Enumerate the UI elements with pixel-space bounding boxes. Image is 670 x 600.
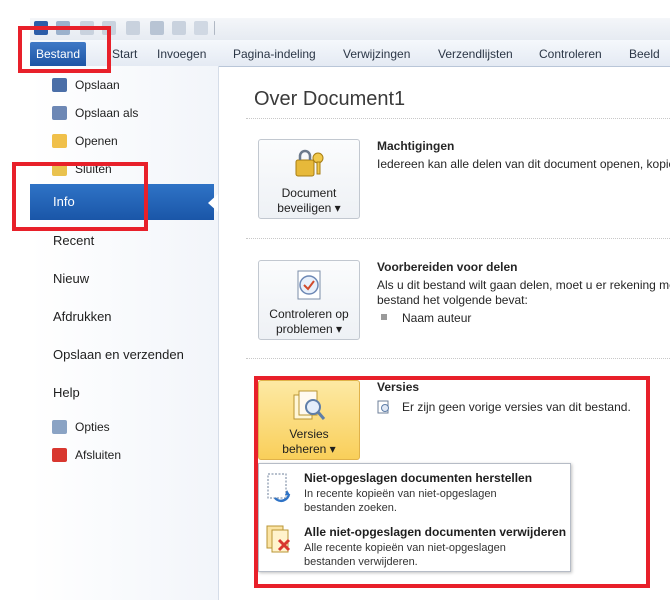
tab-pagina-indeling[interactable]: Pagina-indeling <box>233 47 316 61</box>
inspect-document-icon <box>297 270 321 300</box>
tab-beeld[interactable]: Beeld <box>629 47 660 61</box>
tab-controleren[interactable]: Controleren <box>539 47 602 61</box>
sidebar-item-label: Afsluiten <box>75 448 122 462</box>
annotation-box-versies <box>254 376 650 588</box>
button-label: beveiligen ▾ <box>277 201 341 215</box>
sidebar-item-opslaan[interactable]: Opslaan <box>52 76 120 94</box>
sidebar-item-nieuw[interactable]: Nieuw <box>53 271 89 286</box>
tab-verwijzingen[interactable]: Verwijzingen <box>343 47 410 61</box>
open-folder-icon <box>52 134 67 148</box>
button-label: Document <box>281 186 337 200</box>
options-icon <box>52 420 67 434</box>
divider <box>246 118 670 119</box>
sidebar-item-label: Opslaan als <box>75 106 139 120</box>
sidebar-item-opties[interactable]: Opties <box>52 418 110 436</box>
section-title-voorbereiden: Voorbereiden voor delen <box>377 260 518 274</box>
button-label: Controleren op <box>269 307 349 321</box>
lock-key-icon <box>295 149 324 177</box>
print-preview-icon[interactable] <box>150 21 164 35</box>
save-icon <box>52 78 67 92</box>
tab-invoegen[interactable]: Invoegen <box>157 47 206 61</box>
page-title: Over Document1 <box>254 88 406 110</box>
selection-arrow <box>208 194 218 212</box>
quick-access-toolbar <box>30 18 670 40</box>
spelling-icon[interactable] <box>172 21 186 35</box>
tab-start[interactable]: Start <box>112 47 137 61</box>
sidebar-item-label: Opslaan <box>75 78 120 92</box>
section-title-machtigingen: Machtigingen <box>377 139 455 153</box>
format-icon[interactable] <box>126 21 140 35</box>
section-text: Als u dit bestand wilt gaan delen, moet … <box>377 278 670 292</box>
section-text: Iedereen kan alle delen van dit document… <box>377 157 670 171</box>
annotation-box-bestand <box>18 26 111 73</box>
bullet-icon <box>381 314 387 320</box>
customize-toolbar-icon[interactable] <box>194 21 208 35</box>
tab-verzendlijsten[interactable]: Verzendlijsten <box>438 47 513 61</box>
sidebar-item-opslaan-als[interactable]: Opslaan als <box>52 104 138 122</box>
document-beveiligen-button[interactable]: Document beveiligen ▾ <box>258 139 360 219</box>
sidebar-item-openen[interactable]: Openen <box>52 132 118 150</box>
divider <box>246 358 670 359</box>
sidebar-item-recent[interactable]: Recent <box>53 233 94 248</box>
exit-icon <box>52 448 67 462</box>
sidebar-item-afdrukken[interactable]: Afdrukken <box>53 309 112 324</box>
sidebar-item-label: Openen <box>75 134 118 148</box>
button-label: problemen ▾ <box>275 322 343 336</box>
section-text: bestand het volgende bevat: <box>377 293 528 307</box>
sidebar-item-label: Opties <box>75 420 110 434</box>
controleren-op-problemen-button[interactable]: Controleren op problemen ▾ <box>258 260 360 340</box>
sidebar-item-opslaan-en-verzenden[interactable]: Opslaan en verzenden <box>53 347 184 362</box>
toolbar-separator <box>214 21 215 35</box>
divider <box>246 238 670 239</box>
sidebar-item-help[interactable]: Help <box>53 385 80 400</box>
sidebar-item-afsluiten[interactable]: Afsluiten <box>52 446 121 464</box>
bullet-text: Naam auteur <box>402 311 472 325</box>
annotation-box-info <box>12 162 148 231</box>
save-as-icon <box>52 106 67 120</box>
